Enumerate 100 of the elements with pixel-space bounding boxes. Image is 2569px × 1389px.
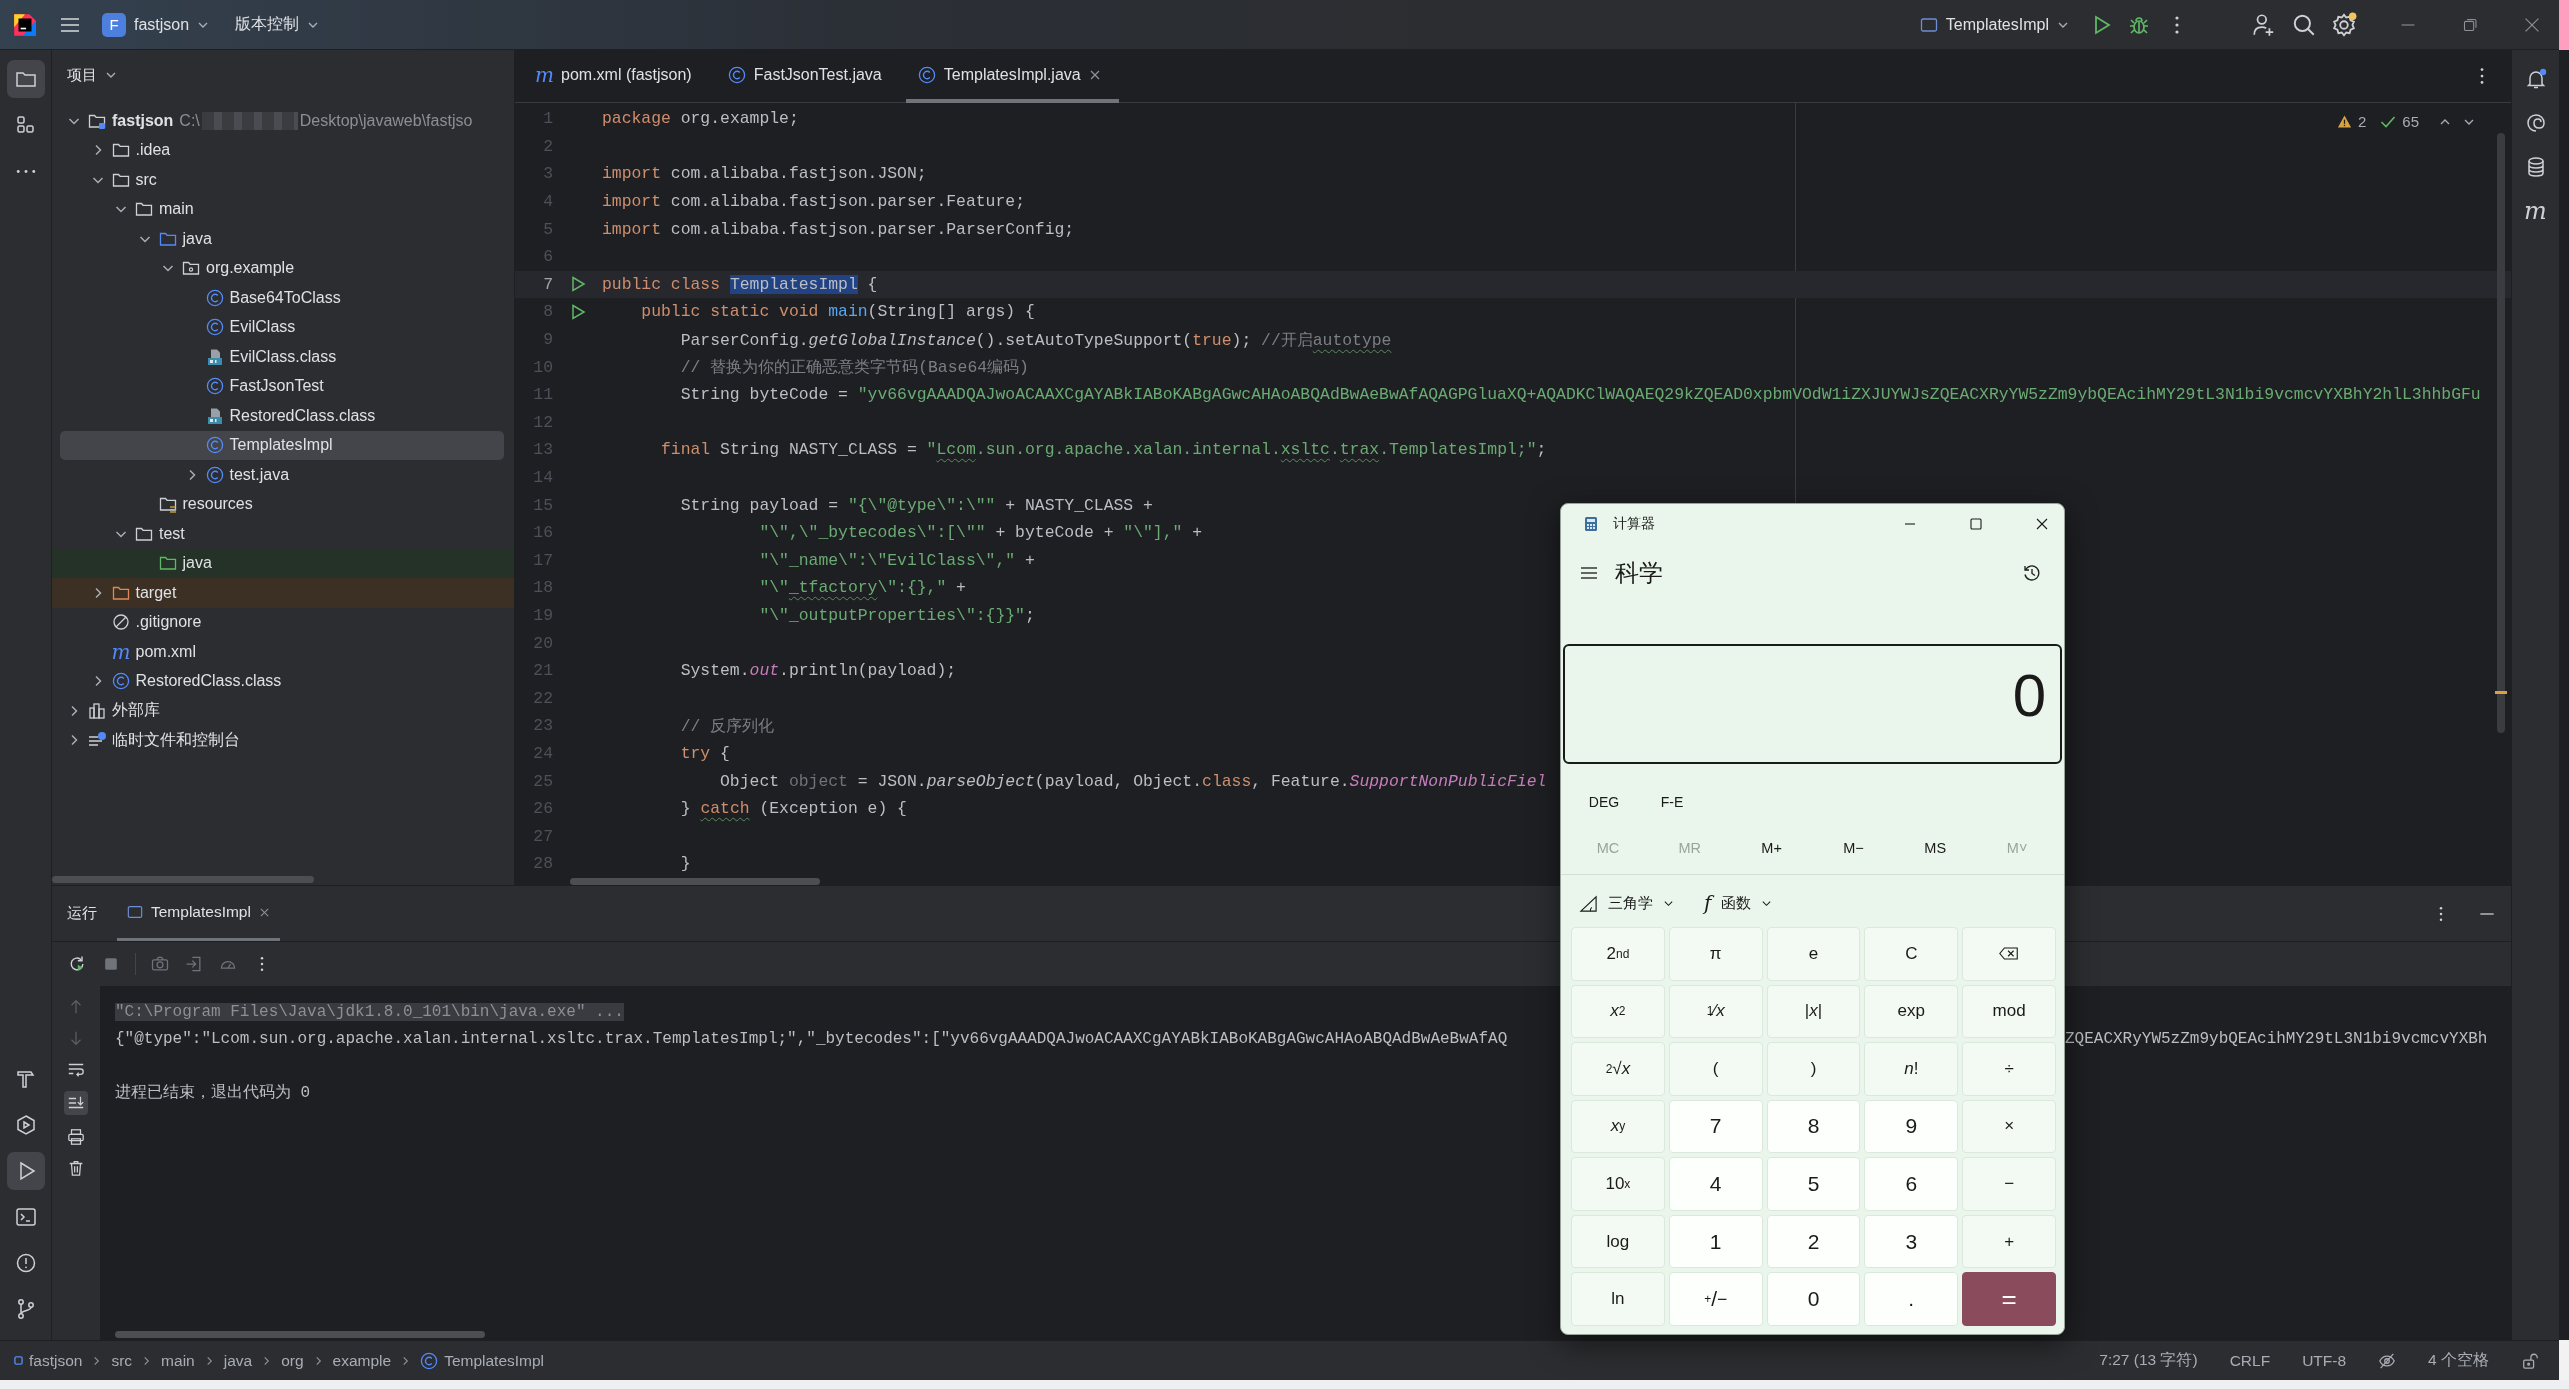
calculator-key[interactable]: 4 (1668, 1157, 1763, 1211)
tool-window-button[interactable] (6, 1152, 45, 1190)
breadcrumb[interactable]: main (161, 1351, 195, 1370)
breadcrumb[interactable]: fastjson (14, 1351, 83, 1370)
class-icon (205, 288, 224, 307)
tree-item[interactable]: TemplatesImpl (52, 430, 514, 460)
breadcrumb[interactable]: org (281, 1351, 304, 1370)
calculator-key[interactable]: 8 (1766, 1099, 1861, 1154)
tree-item[interactable]: test.java (52, 460, 514, 490)
line-number: 7 (542, 274, 553, 294)
calculator-key[interactable]: mod (1962, 984, 2056, 1039)
memory-button[interactable]: M+ (1730, 830, 1813, 866)
tree-item[interactable]: FastJsonTest (52, 371, 514, 401)
tree-item[interactable]: 外部库 (52, 696, 514, 726)
calculator-key[interactable]: 7 (1668, 1099, 1763, 1154)
mode-button[interactable]: F-E (1641, 784, 1703, 820)
calculator-key[interactable]: + (1962, 1214, 2056, 1269)
calculator-key[interactable]: − (1962, 1157, 2056, 1211)
calculator-key[interactable]: 3 (1864, 1214, 1959, 1269)
tree-item[interactable]: main (52, 194, 514, 224)
tree-item[interactable]: src (52, 165, 514, 195)
tree-item[interactable]: .idea (52, 135, 514, 165)
mode-button[interactable]: DEG (1573, 784, 1635, 820)
tree-item[interactable]: java (52, 548, 514, 578)
calculator-key[interactable]: exp (1864, 984, 1959, 1039)
tree-item[interactable]: resources (52, 489, 514, 519)
tool-window-button[interactable]: m (2516, 192, 2555, 230)
history-icon[interactable] (2022, 563, 2042, 583)
calculator-key[interactable]: π (1668, 927, 1763, 981)
calculator-key[interactable]: 2 (1766, 1214, 1861, 1269)
breadcrumb[interactable]: java (223, 1351, 253, 1370)
scroll-to-end-icon[interactable] (64, 1091, 88, 1115)
separator-icon (262, 1354, 272, 1367)
tree-item[interactable]: m pom.xml (52, 637, 514, 667)
breadcrumb[interactable]: example (332, 1351, 392, 1370)
maximize-icon[interactable] (1968, 516, 1984, 532)
calculator-key[interactable]: ÷ (1962, 1042, 2056, 1096)
run-tab[interactable]: TemplatesImpl (117, 886, 280, 941)
memory-button[interactable]: MS (1894, 830, 1977, 866)
calculator-key[interactable]: 0 (1766, 1272, 1861, 1326)
calculator-key[interactable]: ) (1766, 1042, 1861, 1096)
code-line: public static void main(String[] args) { (640, 302, 1035, 322)
scrollbar[interactable] (52, 876, 314, 883)
settings-icon[interactable] (2331, 11, 2357, 38)
calculator-key[interactable]: 1 (1668, 1214, 1763, 1269)
editor-tab[interactable]: TemplatesImpl.java (905, 50, 1119, 103)
display-field[interactable]: 0 (1563, 644, 2062, 764)
lock-icon[interactable] (2521, 1351, 2539, 1370)
triangle-icon (1579, 893, 1598, 913)
editor-tab[interactable]: m pom.xml (fastjson) (523, 50, 710, 103)
calculator-key[interactable]: ln (1571, 1272, 1665, 1326)
scrollbar[interactable] (2497, 133, 2505, 733)
caret-position[interactable]: 7:27 (13 字符) (2099, 1350, 2198, 1371)
tree-item[interactable]: fastjson C:\ Desktop\javaweb\fastjso (52, 106, 514, 136)
tree-item[interactable]: RestoredClass.class (52, 401, 514, 431)
editor-tab[interactable]: FastJsonTest.java (715, 50, 900, 103)
indent-setting[interactable]: 4 个空格 (2428, 1350, 2489, 1371)
calculator-key[interactable]: log (1571, 1214, 1665, 1269)
calculator-key[interactable]: 6 (1864, 1157, 1959, 1211)
vcs-menu[interactable]: 版本控制 (229, 10, 326, 39)
panel-title[interactable]: 项目 (67, 65, 97, 85)
mode-title: 科学 (1615, 558, 1663, 588)
calculator-key[interactable]: ( (1668, 1042, 1763, 1096)
trash-icon[interactable] (67, 1159, 85, 1177)
file-encoding[interactable]: UTF-8 (2302, 1351, 2347, 1370)
calculator-key[interactable]: |x| (1766, 984, 1861, 1039)
warning-count[interactable]: 2 (2357, 113, 2367, 130)
calculator-key[interactable]: . (1864, 1272, 1959, 1326)
breadcrumb[interactable]: TemplatesImpl (420, 1351, 545, 1370)
typo-count[interactable]: 65 (2402, 113, 2419, 130)
tree-item[interactable]: org.example (52, 253, 514, 283)
tree-item[interactable]: EvilClass.class (52, 342, 514, 372)
calculator-key[interactable]: × (1962, 1099, 2056, 1154)
calculator-key[interactable]: e (1766, 927, 1861, 981)
run-configuration-selector[interactable]: TemplatesImpl (1913, 11, 2075, 38)
calculator-key[interactable]: 9 (1864, 1099, 1959, 1154)
tree-item[interactable]: java (52, 224, 514, 254)
tree-item[interactable]: target (52, 578, 514, 608)
dropdown-button[interactable]: 三角学 (1573, 887, 1680, 919)
tree-item[interactable]: RestoredClass.class (52, 666, 514, 696)
tree-item[interactable]: 临时文件和控制台 (52, 725, 514, 755)
calculator-key[interactable]: 5 (1766, 1157, 1861, 1211)
tree-item[interactable]: .gitignore (52, 607, 514, 637)
breadcrumb[interactable]: src (111, 1351, 133, 1370)
memory-button[interactable]: M− (1812, 830, 1895, 866)
calculator-key[interactable]: C (1864, 927, 1959, 981)
scrollbar[interactable] (570, 878, 820, 885)
tree-item[interactable]: Base64ToClass (52, 283, 514, 313)
hidden-icon[interactable] (2378, 1351, 2397, 1370)
tree-item[interactable]: test (52, 519, 514, 549)
dropdown-button[interactable]: f 函数 (1698, 887, 1779, 919)
print-icon[interactable] (67, 1128, 85, 1146)
calculator-key[interactable]: n! (1864, 1042, 1959, 1096)
calculator-key[interactable]: = (1962, 1272, 2056, 1326)
project-selector[interactable]: F fastjson (96, 8, 216, 41)
tool-window-button[interactable] (6, 60, 45, 98)
scrollbar[interactable] (115, 1331, 485, 1338)
tree-item[interactable]: EvilClass (52, 312, 514, 342)
line-ending[interactable]: CRLF (2229, 1351, 2271, 1370)
close-icon[interactable] (2034, 516, 2050, 532)
